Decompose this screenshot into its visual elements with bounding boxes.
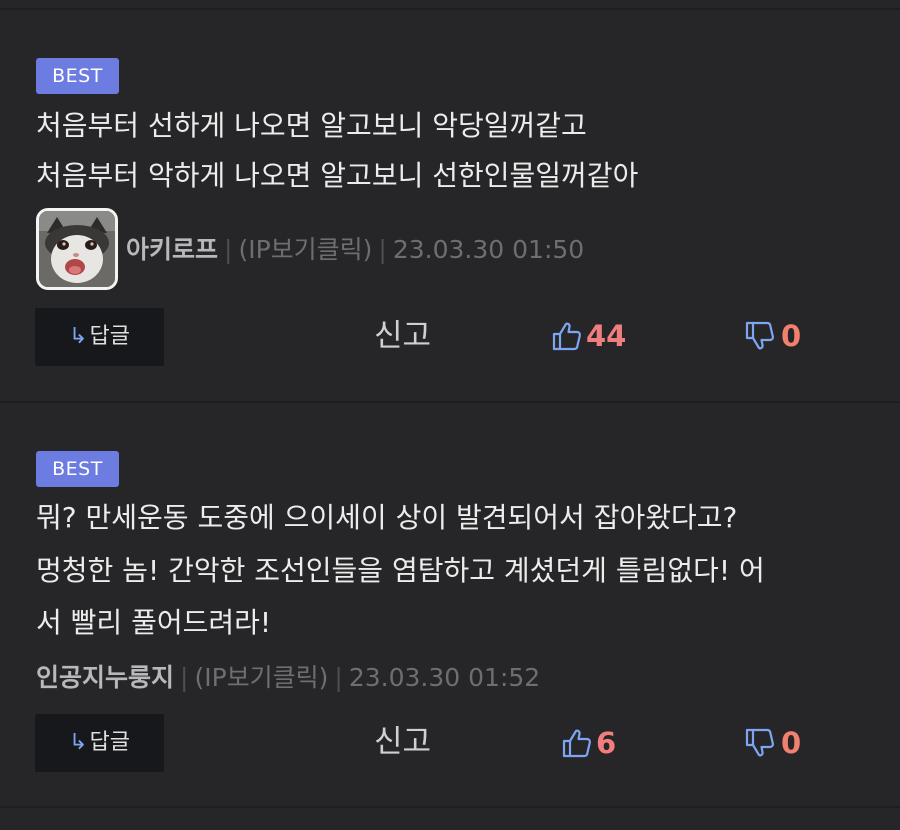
- best-badge: BEST: [36, 58, 119, 94]
- reply-button[interactable]: ↳답글: [35, 308, 164, 366]
- dislike-count: 0: [781, 319, 802, 353]
- comment-meta: 인공지누룽지 | (IP보기클릭) | 23.03.30 01:52: [36, 660, 540, 696]
- like-count: 44: [586, 319, 627, 353]
- comment-2: BEST 뭐? 만세운동 도중에 으이세이 상이 발견되어서 잡아왔다고? 멍청…: [0, 403, 900, 803]
- avatar[interactable]: [36, 208, 118, 290]
- comment-text-line: 처음부터 선하게 나오면 알고보니 악당일꺼같고: [36, 109, 587, 142]
- meta-separator: |: [224, 235, 233, 264]
- thumbs-down-icon: [745, 728, 775, 757]
- reply-arrow-icon: ↳: [69, 730, 88, 755]
- best-badge: BEST: [36, 451, 119, 487]
- comment-text-line: 서 빨리 풀어드려라!: [36, 606, 272, 639]
- meta-separator: |: [334, 663, 343, 692]
- report-button[interactable]: 신고: [374, 316, 431, 356]
- timestamp: 23.03.30 01:50: [392, 235, 585, 264]
- ip-link[interactable]: (IP보기클릭): [194, 663, 328, 692]
- meta-separator: |: [378, 235, 387, 264]
- dislike-button[interactable]: 0: [745, 723, 801, 763]
- timestamp: 23.03.30 01:52: [348, 663, 541, 692]
- like-button[interactable]: 6: [562, 723, 616, 763]
- comment-text-line: 멍청한 놈! 간악한 조선인들을 염탐하고 계셨던게 틀림없다! 어: [36, 554, 765, 587]
- nickname[interactable]: 아키로프: [126, 235, 218, 264]
- like-count: 6: [596, 726, 617, 760]
- report-button[interactable]: 신고: [374, 722, 431, 762]
- reply-label: 답글: [89, 324, 130, 349]
- cat-avatar-icon: [39, 211, 115, 287]
- like-button[interactable]: 44: [552, 316, 626, 356]
- comment-1: BEST 처음부터 선하게 나오면 알고보니 악당일꺼같고 처음부터 악하게 나…: [0, 0, 900, 400]
- comment-text-line: 뭐? 만세운동 도중에 으이세이 상이 발견되어서 잡아왔다고?: [36, 501, 738, 534]
- thumbs-down-icon: [745, 321, 775, 350]
- comment-meta: 아키로프 | (IP보기클릭) | 23.03.30 01:50: [126, 232, 584, 268]
- dislike-button[interactable]: 0: [745, 316, 801, 356]
- reply-arrow-icon: ↳: [69, 324, 88, 349]
- reply-label: 답글: [89, 730, 130, 755]
- nickname[interactable]: 인공지누룽지: [36, 663, 174, 692]
- comment-text-line: 처음부터 악하게 나오면 알고보니 선한인물일꺼같아: [36, 159, 639, 192]
- bottom-divider: [0, 806, 900, 808]
- meta-separator: |: [180, 663, 189, 692]
- thumbs-up-icon: [562, 729, 592, 758]
- thumbs-up-icon: [552, 322, 582, 351]
- dislike-count: 0: [781, 726, 802, 760]
- ip-link[interactable]: (IP보기클릭): [238, 235, 372, 264]
- reply-button[interactable]: ↳답글: [35, 714, 164, 772]
